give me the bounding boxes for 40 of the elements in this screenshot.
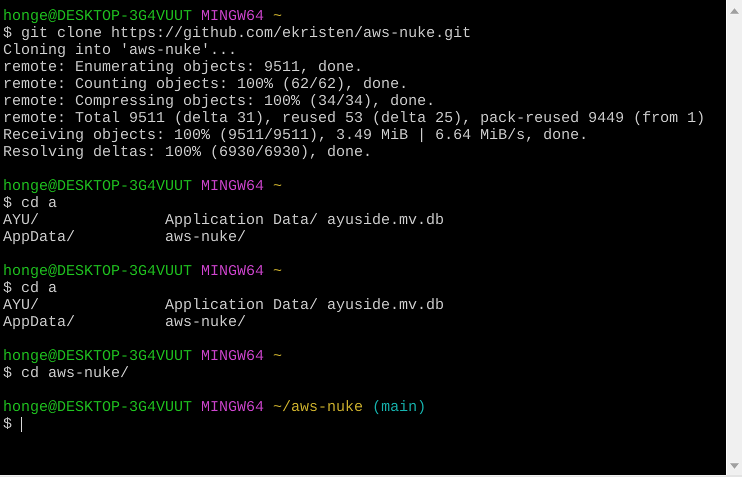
prompt-user-host: honge@DESKTOP-3G4VUUT xyxy=(3,178,192,195)
directory-entry: AppData/ xyxy=(3,314,76,331)
output-line: remote: Total 9511 (delta 31), reused 53 (delta 25), pack-reused 9449 (from 1) xyxy=(3,110,706,127)
prompt-path: ~ xyxy=(273,8,282,25)
prompt-path: ~ xyxy=(273,263,282,280)
directory-entry: AYU/ xyxy=(3,297,40,314)
output-line: Receiving objects: 100% (9511/9511), 3.49 MiB | 6.64 MiB/s, done. xyxy=(3,127,588,144)
directory-entry: ayuside.mv.db xyxy=(327,297,444,314)
directory-entry: aws-nuke/ xyxy=(165,229,246,246)
directory-entry: AppData/ xyxy=(3,229,76,246)
prompt-system: MINGW64 xyxy=(201,348,264,365)
directory-entry: aws-nuke/ xyxy=(165,314,246,331)
command-line: $ git clone https://github.com/ekristen/aws-nuke.git xyxy=(3,25,472,42)
output-line: Resolving deltas: 100% (6930/6930), done. xyxy=(3,144,372,161)
prompt-path: ~/aws-nuke xyxy=(273,399,364,416)
prompt-user-host: honge@DESKTOP-3G4VUUT xyxy=(3,399,192,416)
prompt-user-host: honge@DESKTOP-3G4VUUT xyxy=(3,8,192,25)
directory-entry: Application Data/ xyxy=(165,297,318,314)
output-line: remote: Compressing objects: 100% (34/34), done. xyxy=(3,93,436,110)
git-branch: (main) xyxy=(372,399,426,416)
command-line: $ cd aws-nuke/ xyxy=(3,365,130,382)
scroll-up-icon[interactable] xyxy=(730,8,738,14)
directory-entry: ayuside.mv.db xyxy=(327,212,444,229)
prompt-user-host: honge@DESKTOP-3G4VUUT xyxy=(3,263,192,280)
prompt-sign: $ xyxy=(3,416,12,433)
scroll-down-icon[interactable] xyxy=(730,463,738,469)
prompt-path: ~ xyxy=(273,178,282,195)
directory-entry: AYU/ xyxy=(3,212,40,229)
command-line: $ cd a xyxy=(3,195,58,212)
prompt-system: MINGW64 xyxy=(201,263,264,280)
directory-entry: Application Data/ xyxy=(165,212,318,229)
command-line: $ cd a xyxy=(3,280,58,297)
prompt-path: ~ xyxy=(273,348,282,365)
prompt-system: MINGW64 xyxy=(201,178,264,195)
output-line: Cloning into 'aws-nuke'... xyxy=(3,42,238,59)
output-line: remote: Counting objects: 100% (62/62), done. xyxy=(3,76,408,93)
prompt-system: MINGW64 xyxy=(201,399,264,416)
prompt-system: MINGW64 xyxy=(201,8,264,25)
output-line: remote: Enumerating objects: 9511, done. xyxy=(3,59,364,76)
prompt-user-host: honge@DESKTOP-3G4VUUT xyxy=(3,348,192,365)
